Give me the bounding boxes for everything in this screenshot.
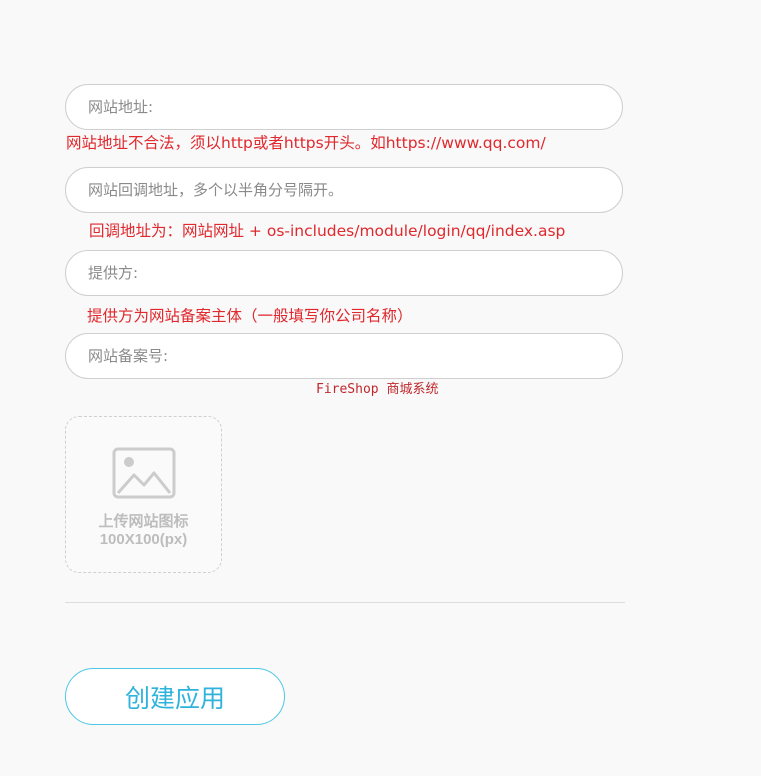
website-url-error: 网站地址不合法，须以http或者https开头。如https://www.qq.… [66,134,546,152]
upload-icon-box[interactable]: 上传网站图标 100X100(px) [65,416,222,573]
fireshop-watermark: FireShop 商城系统 [316,382,439,397]
website-url-input[interactable] [66,85,622,129]
icp-number-field[interactable] [65,333,623,379]
callback-url-hint: 回调地址为：网站网址 + os-includes/module/login/qq… [89,222,566,240]
provider-hint: 提供方为网站备案主体（一般填写你公司名称） [87,307,413,325]
provider-field[interactable] [65,250,623,296]
provider-input[interactable] [66,251,622,295]
callback-url-input[interactable] [66,168,622,212]
callback-url-field[interactable] [65,167,623,213]
upload-size-label: 100X100(px) [99,531,188,548]
create-app-button[interactable]: 创建应用 [65,668,285,725]
icp-number-input[interactable] [66,334,622,378]
image-icon [112,447,176,499]
divider [65,602,625,603]
website-url-field[interactable] [65,84,623,130]
upload-label: 上传网站图标 [98,513,189,530]
